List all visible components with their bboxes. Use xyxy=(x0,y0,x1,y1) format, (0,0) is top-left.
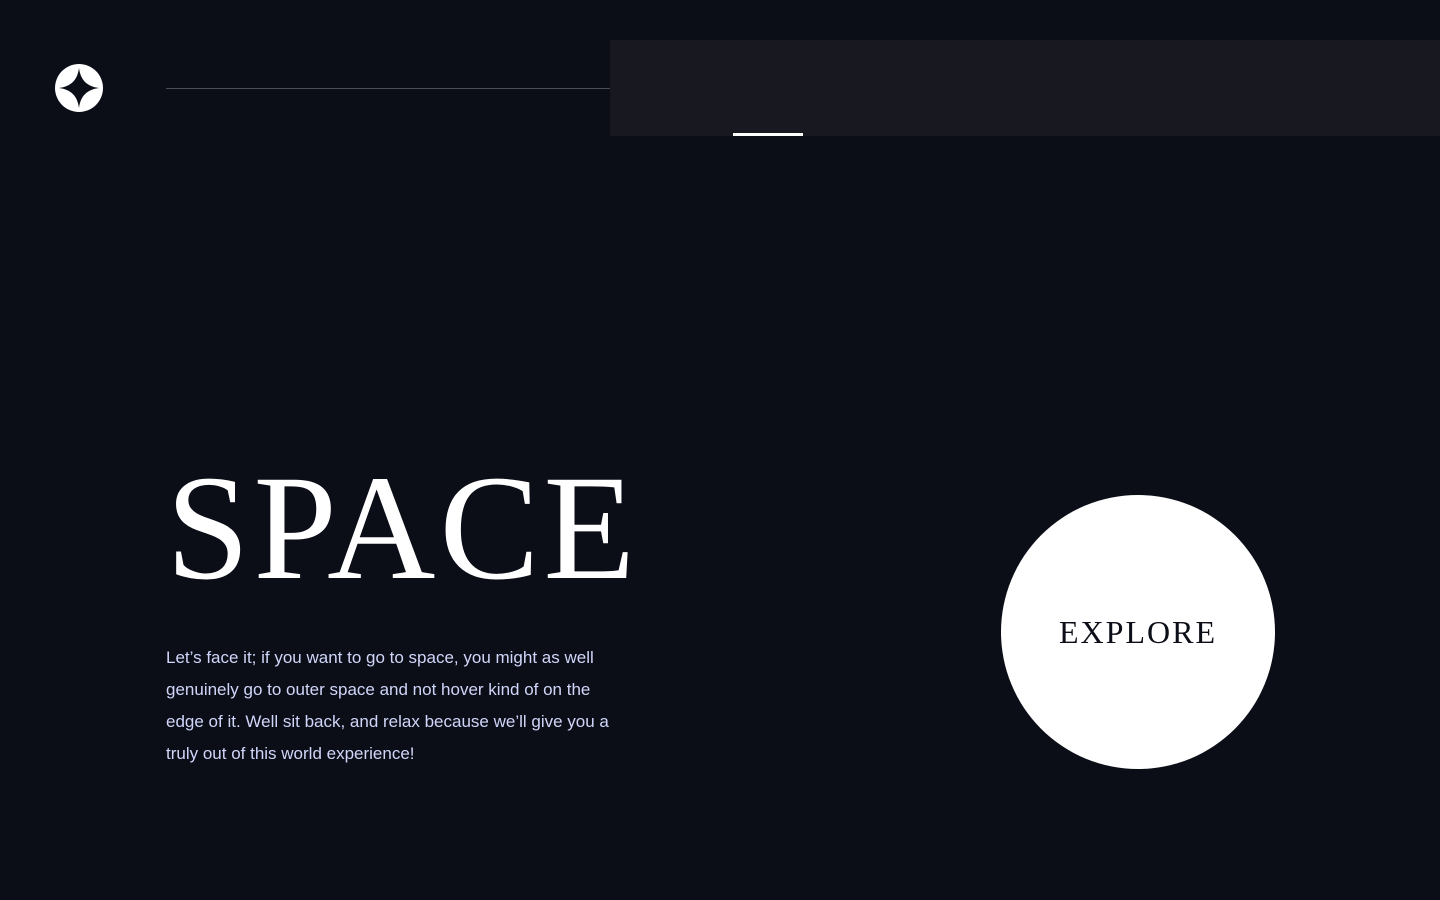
hero-title: SPACE xyxy=(166,445,640,611)
main-nav xyxy=(610,40,1440,136)
hero-description: Let’s face it; if you want to go to spac… xyxy=(166,648,609,763)
logo-link[interactable] xyxy=(55,64,103,112)
active-nav-indicator xyxy=(733,133,803,136)
four-point-star-icon xyxy=(59,68,99,108)
explore-button-label: EXPLORE xyxy=(1059,613,1217,650)
explore-button[interactable]: EXPLORE xyxy=(1001,495,1275,769)
header-divider xyxy=(166,88,640,89)
